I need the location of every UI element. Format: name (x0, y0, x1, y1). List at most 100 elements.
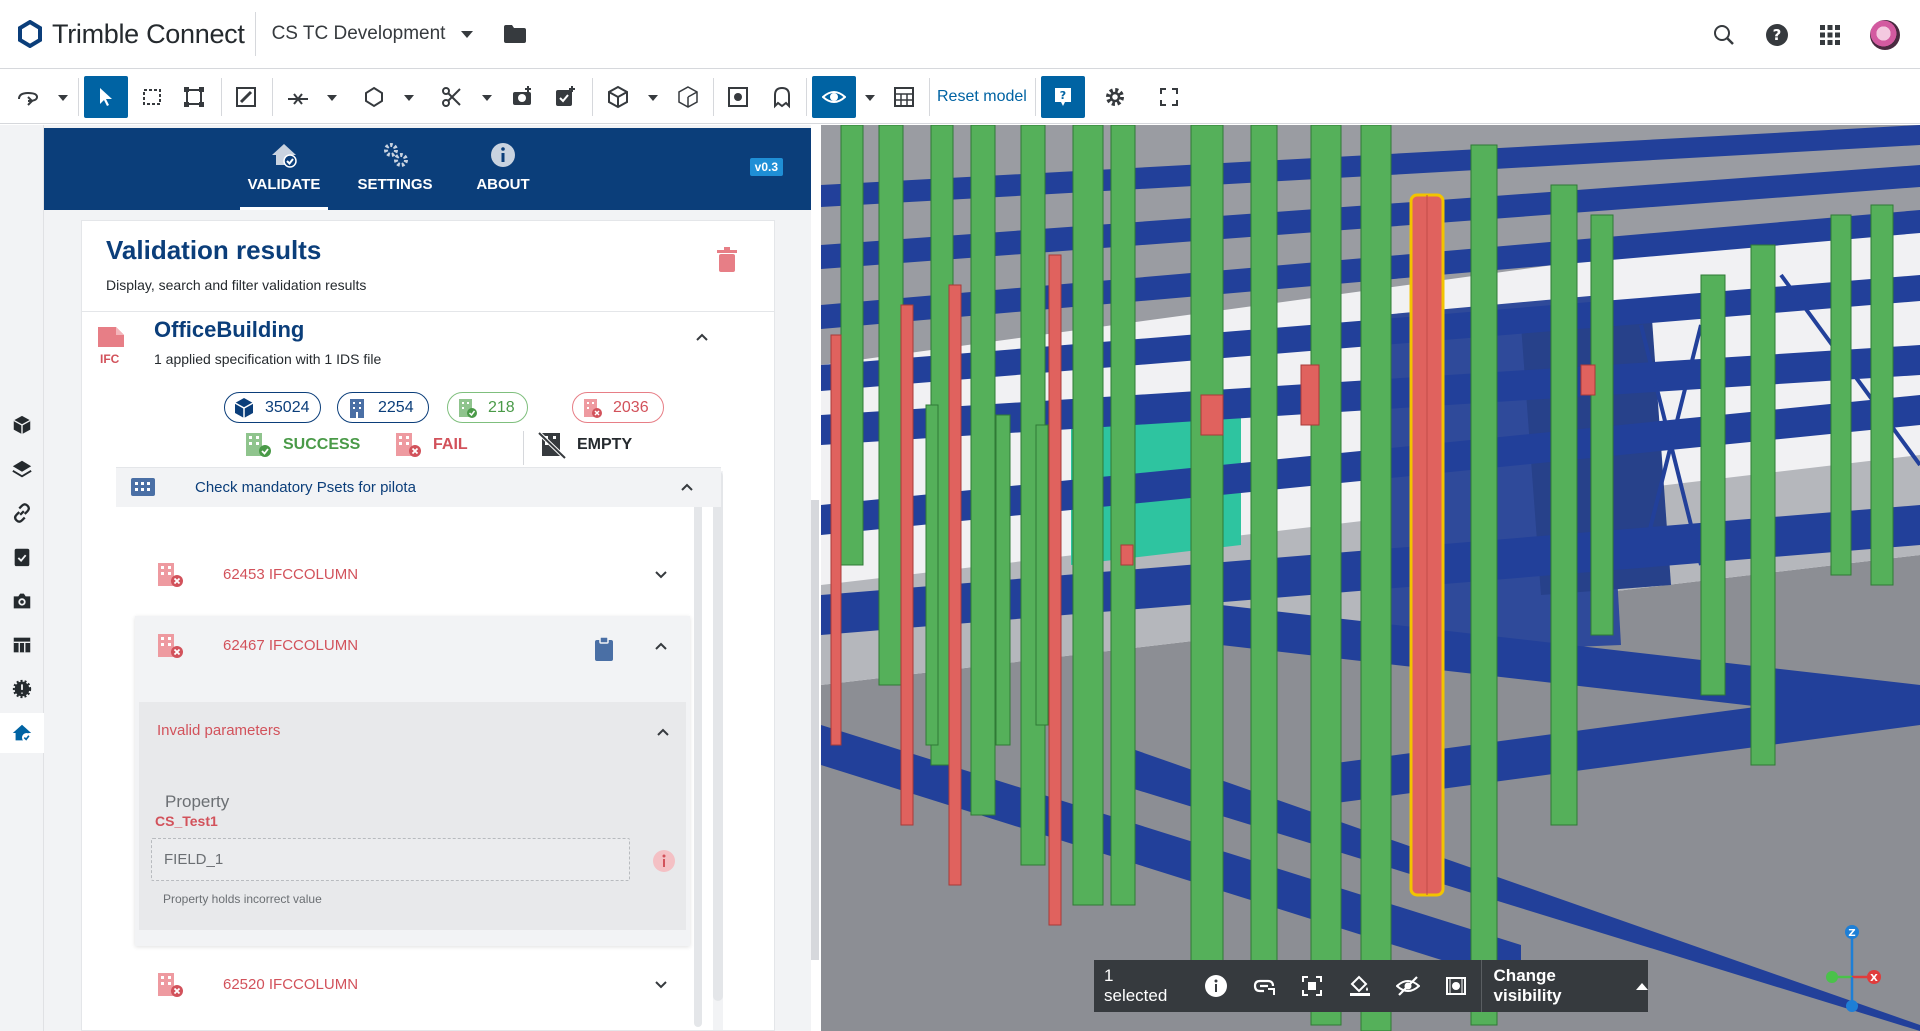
success-pill[interactable]: 218 (447, 392, 528, 423)
file-name: OfficeBuilding (154, 317, 305, 342)
item-label: 62453 IFCCOLUMN (223, 566, 359, 583)
box-select-button[interactable] (136, 76, 168, 118)
cube-outline-icon (678, 86, 698, 108)
tab-settings[interactable]: SETTINGS (351, 140, 439, 210)
orbit-icon (18, 91, 39, 106)
item-label[interactable]: 62467 IFCCOLUMN (223, 637, 358, 654)
ifc-label: IFC (100, 352, 120, 365)
paint-bucket-icon[interactable] (1347, 973, 1373, 999)
search-icon[interactable] (1711, 22, 1737, 48)
chevron-up-icon[interactable] (653, 638, 669, 654)
reset-model-button[interactable]: Reset model (937, 76, 1027, 118)
project-selector[interactable]: CS TC Development (272, 23, 474, 45)
ortho-view-button[interactable] (672, 76, 704, 118)
rail-clash[interactable] (0, 669, 44, 709)
fail-pill[interactable]: 2036 (572, 392, 664, 423)
fit-selection-button[interactable] (178, 76, 210, 118)
clash-button[interactable] (888, 76, 920, 118)
user-avatar[interactable] (1870, 19, 1900, 50)
info-icon[interactable] (652, 849, 676, 873)
change-visibility-button[interactable]: Change visibility (1494, 966, 1648, 1006)
info-icon[interactable] (1203, 973, 1229, 999)
toolbar-divider (929, 78, 930, 116)
chevron-up-icon[interactable] (655, 724, 671, 740)
toolbar-divider (221, 78, 222, 116)
chevron-down-icon[interactable] (653, 977, 669, 993)
todo-add-button[interactable] (549, 76, 581, 118)
specification-group-label: Check mandatory Psets for pilota (195, 479, 416, 496)
select-tool-button[interactable] (84, 76, 128, 118)
orbit-tool-button[interactable] (10, 76, 46, 118)
toolbar-divider (78, 78, 79, 116)
model-view-button[interactable] (600, 76, 636, 118)
model-viewport[interactable]: Z X (821, 125, 1920, 1031)
chevron-down-icon[interactable] (404, 95, 414, 101)
ghost-button[interactable] (766, 76, 798, 118)
property-label: Property (165, 792, 230, 811)
inner-scrollbar-thumb[interactable] (694, 479, 702, 1027)
rail-todos[interactable] (0, 537, 44, 577)
shape-tool-button[interactable] (356, 76, 392, 118)
clipboard-icon[interactable] (593, 636, 615, 662)
chevron-up-icon[interactable] (694, 329, 710, 345)
rail-links[interactable] (0, 493, 44, 533)
rail-ids-validator[interactable] (0, 713, 44, 753)
chevron-down-icon[interactable] (648, 95, 658, 101)
apps-grid-icon[interactable] (1817, 22, 1843, 48)
legend-success[interactable]: SUCCESS (243, 431, 360, 459)
help-icon[interactable]: ? (1764, 22, 1790, 48)
outer-scrollbar-thumb[interactable] (713, 471, 723, 1001)
axis-gizmo[interactable]: Z X (1822, 922, 1892, 1012)
chevron-down-icon[interactable] (865, 95, 875, 101)
outer-scrollbar[interactable] (713, 471, 723, 1030)
fullscreen-button[interactable] (1152, 76, 1186, 118)
property-value-field[interactable]: FIELD_1 (151, 838, 630, 881)
isolate-view-icon[interactable] (1443, 973, 1469, 999)
section-cut-button[interactable] (434, 76, 470, 118)
rail-models[interactable] (0, 405, 44, 445)
list-item[interactable]: 62520 IFCCOLUMN (137, 961, 693, 1011)
info-icon (491, 143, 515, 167)
invalid-parameters-title[interactable]: Invalid parameters (157, 722, 280, 739)
model-scene[interactable] (821, 125, 1920, 1031)
checked-objects-pill[interactable]: 2254 (337, 392, 429, 423)
property-value: FIELD_1 (164, 851, 224, 868)
folder-icon[interactable] (503, 24, 527, 44)
trash-icon[interactable] (716, 247, 738, 273)
visibility-button[interactable] (812, 76, 856, 118)
ghost-icon (774, 86, 790, 109)
list-item[interactable]: 62453 IFCCOLUMN (137, 551, 693, 601)
measure-button[interactable] (280, 76, 316, 118)
markup-button[interactable] (230, 76, 262, 118)
expanded-item: 62467 IFCCOLUMN Invalid parameters Prope… (135, 616, 690, 946)
specification-group-header[interactable]: Check mandatory Psets for pilota (116, 467, 721, 507)
rail-properties[interactable] (0, 625, 44, 665)
chevron-down-icon[interactable] (327, 95, 337, 101)
xray-button[interactable] (722, 76, 754, 118)
rail-views[interactable] (0, 581, 44, 621)
total-objects-pill[interactable]: 35024 (224, 392, 321, 423)
fit-to-selection-icon[interactable] (1299, 973, 1325, 999)
panel-resize-handle[interactable] (811, 500, 819, 960)
chevron-down-icon[interactable] (58, 95, 68, 101)
checklist-plus-icon (556, 86, 575, 106)
chevron-down-icon[interactable] (482, 95, 492, 101)
tab-validate[interactable]: VALIDATE (240, 140, 328, 210)
legend-empty[interactable]: EMPTY (537, 431, 632, 459)
page-title: Validation results (106, 235, 322, 265)
rail-layers[interactable] (0, 449, 44, 489)
help-mode-button[interactable]: ? (1041, 76, 1085, 118)
hide-eye-icon[interactable] (1395, 973, 1421, 999)
chevron-up-icon[interactable] (679, 479, 695, 495)
fullscreen-icon (1160, 88, 1178, 106)
link-objects-icon[interactable] (1251, 973, 1277, 999)
legend-fail[interactable]: FAIL (393, 431, 468, 459)
chevron-down-icon[interactable] (653, 567, 669, 583)
tab-about[interactable]: ABOUT (463, 140, 543, 210)
tab-settings-label: SETTINGS (357, 176, 433, 193)
brand[interactable]: Trimble Connect (0, 0, 245, 68)
snapshot-button[interactable] (506, 76, 538, 118)
brand-name: Trimble Connect (52, 18, 245, 49)
legend-empty-label: EMPTY (577, 436, 633, 453)
viewer-settings-button[interactable] (1098, 76, 1132, 118)
